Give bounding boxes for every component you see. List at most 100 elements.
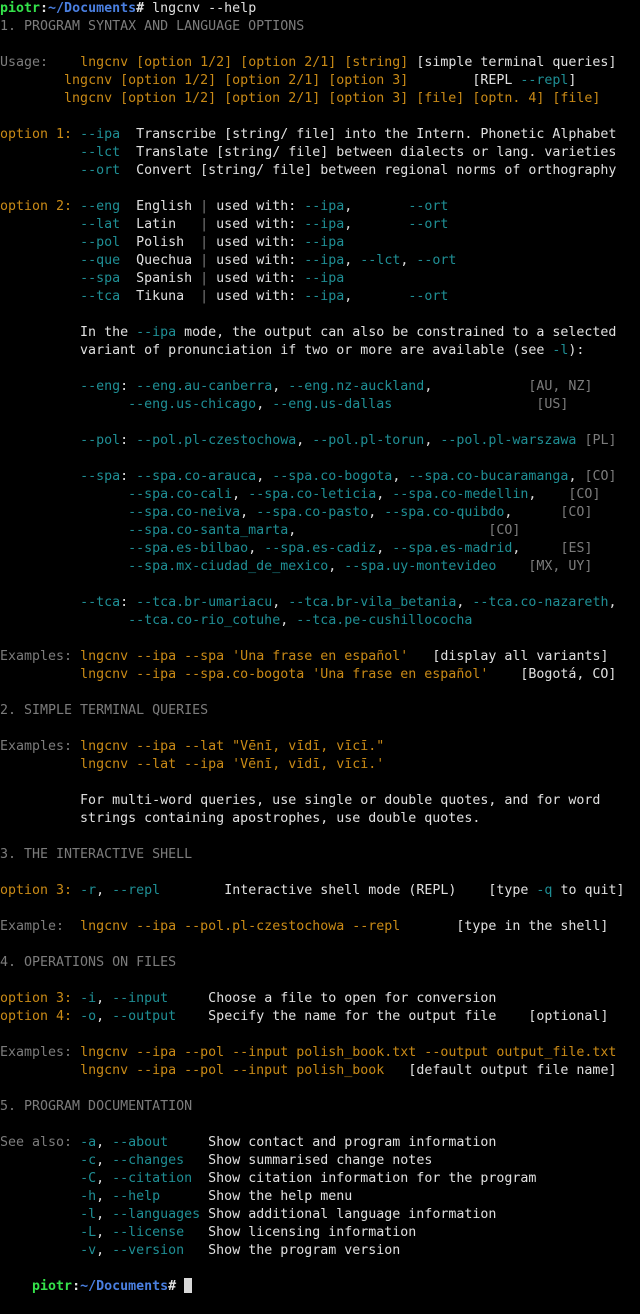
terminal-text-run: --spa.co-bucaramanga	[408, 469, 569, 484]
terminal-text-run: Interactive shell mode (REPL) [type	[160, 883, 537, 898]
terminal-text-run	[0, 1063, 80, 1078]
terminal-line: In the --ipa mode, the output can also b…	[0, 324, 640, 342]
terminal-text-run: --spa.co-medellin	[392, 487, 529, 502]
prompt-user: piotr	[32, 1279, 73, 1294]
terminal-text-run: :	[40, 1, 49, 16]
terminal-window[interactable]: piotr:~/Documents# lngcnv --help 1. PROGR…	[0, 0, 640, 1294]
terminal-text-run: ,	[240, 505, 257, 520]
terminal-text-run: --ort	[408, 199, 449, 214]
terminal-text-run: -i	[80, 991, 97, 1006]
terminal-text-run: Quechua	[120, 253, 201, 268]
terminal-text-run: -l	[552, 343, 569, 358]
terminal-text-run: --citation	[112, 1171, 193, 1186]
terminal-text-run: --pol	[80, 235, 121, 250]
terminal-text-run: lngcnv --lat --ipa 'Vēnī, vīdī, vīcī.'	[80, 757, 385, 772]
terminal-line: 5. PROGRAM DOCUMENTATION	[0, 1098, 640, 1116]
terminal-line: option 1: --ipa Transcribe [string/ file…	[0, 126, 640, 144]
terminal-text-run: |	[200, 289, 209, 304]
terminal-text-run: ,	[504, 505, 561, 520]
terminal-output: piotr:~/Documents# lngcnv --help 1. PROGR…	[0, 0, 640, 1260]
terminal-text-run	[72, 1135, 80, 1150]
terminal-text-run: option 4:	[0, 1009, 73, 1024]
terminal-text-run: --tca.pe-cushillococha	[296, 613, 473, 628]
terminal-text-run: ,	[608, 595, 617, 610]
terminal-text-run: ,	[272, 379, 289, 394]
terminal-text-run: ):	[568, 343, 585, 358]
terminal-text-run	[72, 649, 80, 664]
terminal-text-run	[72, 1045, 80, 1060]
terminal-text-run	[0, 163, 80, 178]
terminal-text-run: used with:	[208, 235, 305, 250]
terminal-line: --spa.co-cali, --spa.co-leticia, --spa.c…	[0, 486, 640, 504]
terminal-text-run: ,	[232, 487, 249, 502]
terminal-line: See also: -a, --about Show contact and p…	[0, 1134, 640, 1152]
terminal-text-run: :	[120, 379, 137, 394]
terminal-text-run: --ipa	[136, 325, 177, 340]
terminal-text-run	[72, 883, 80, 898]
terminal-text-run: --ort	[416, 253, 457, 268]
terminal-text-run	[0, 559, 128, 574]
terminal-text-run: --ort	[408, 289, 449, 304]
terminal-text-run: option 2:	[0, 199, 73, 214]
terminal-text-run: Specify the name for the output file [op…	[176, 1009, 609, 1024]
terminal-line: --spa Spanish | used with: --ipa	[0, 270, 640, 288]
terminal-text-run: Choose a file to open for conversion	[168, 991, 497, 1006]
terminal-line: -h, --help Show the help menu	[0, 1188, 640, 1206]
terminal-text-run: Latin	[120, 217, 201, 232]
terminal-text-run: See also:	[0, 1135, 73, 1150]
terminal-text-run: --spa.uy-montevideo	[344, 559, 497, 574]
terminal-line: 2. SIMPLE TERMINAL QUERIES	[0, 702, 640, 720]
terminal-text-run	[0, 91, 64, 106]
terminal-text-run: ]	[568, 73, 577, 88]
terminal-text-run: --spa.co-pasto	[256, 505, 369, 520]
terminal-line: --spa.es-bilbao, --spa.es-cadiz, --spa.e…	[0, 540, 640, 558]
terminal-text-run: --pol	[80, 433, 121, 448]
terminal-text-run: lngcnv --ipa --pol --input polish_book.t…	[80, 1045, 617, 1060]
terminal-text-run: -c	[80, 1153, 97, 1168]
terminal-text-run: Show contact and program information	[168, 1135, 497, 1150]
terminal-text-run: --spa.co-santa_marta	[128, 523, 289, 538]
terminal-text-run: Examples:	[0, 1045, 73, 1060]
terminal-text-run	[0, 505, 128, 520]
terminal-text-run: [AU, NZ]	[528, 379, 593, 394]
terminal-text-run: 2. SIMPLE TERMINAL QUERIES	[0, 703, 209, 718]
terminal-line: --pol: --pol.pl-czestochowa, --pol.pl-to…	[0, 432, 640, 450]
terminal-text-run: ,	[96, 1009, 113, 1024]
terminal-text-run	[0, 613, 128, 628]
terminal-text-run: Show licensing information	[184, 1225, 417, 1240]
terminal-line: For multi-word queries, use single or do…	[0, 792, 640, 810]
terminal-text-run: lngcnv --ipa --lat "Vēnī, vīdī, vīcī."	[80, 739, 385, 754]
terminal-text-run: ,	[344, 217, 409, 232]
terminal-line: --lat Latin | used with: --ipa, --ort	[0, 216, 640, 234]
terminal-text-run	[296, 523, 488, 538]
terminal-text-run: lngcnv --ipa --spa.co-bogota 'Una frase …	[80, 667, 489, 682]
terminal-text-run	[0, 289, 80, 304]
terminal-line: Examples: lngcnv --ipa --spa 'Una frase …	[0, 648, 640, 666]
terminal-text-run: option 3:	[0, 883, 73, 898]
terminal-text-run	[0, 271, 80, 286]
text-cursor[interactable]	[184, 1278, 193, 1293]
terminal-text-run: lngcnv [option 1/2] [option 2/1] [option…	[64, 73, 409, 88]
terminal-prompt-line: piotr:~/Documents#	[0, 1260, 640, 1294]
terminal-text-run: --tca	[80, 595, 121, 610]
terminal-text-run: 4. OPERATIONS ON FILES	[0, 955, 177, 970]
terminal-line: variant of pronunciation if two or more …	[0, 342, 640, 360]
terminal-text-run: --eng.au-canberra	[136, 379, 273, 394]
terminal-text-run: -h	[80, 1189, 97, 1204]
terminal-text-run: -v	[80, 1243, 97, 1258]
terminal-text-run: used with:	[208, 253, 305, 268]
terminal-text-run: For multi-word queries, use single or do…	[0, 793, 601, 808]
terminal-text-run: variant of pronunciation if two or more …	[0, 343, 553, 358]
terminal-text-run: -C	[80, 1171, 97, 1186]
terminal-text-run	[72, 739, 80, 754]
terminal-text-run: ,	[96, 883, 113, 898]
terminal-text-run: --ipa	[80, 127, 121, 142]
terminal-text-run: ,	[400, 253, 417, 268]
terminal-text-run	[0, 1243, 80, 1258]
terminal-text-run: |	[200, 235, 209, 250]
terminal-text-run: --lct	[360, 253, 401, 268]
terminal-text-run: [MX, UY]	[528, 559, 593, 574]
